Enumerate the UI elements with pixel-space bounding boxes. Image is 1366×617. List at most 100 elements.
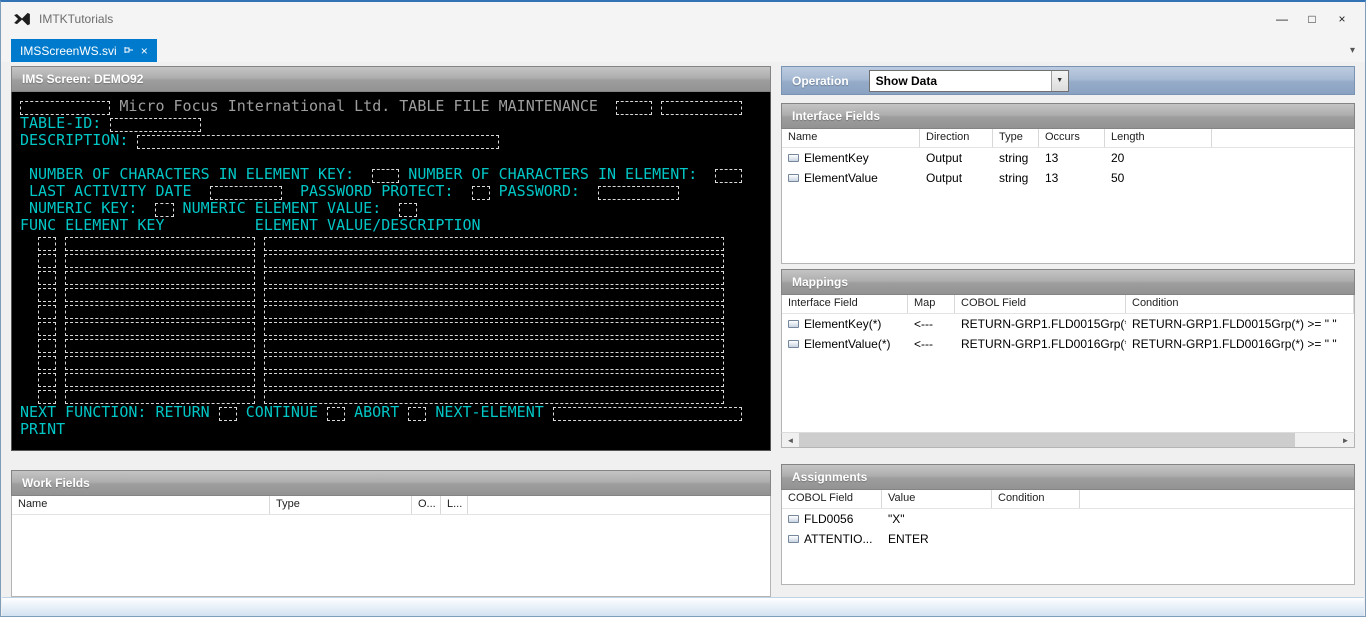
tab-close-icon[interactable]: × — [141, 45, 148, 57]
terminal-text: LAST ACTIVITY DATE — [20, 182, 210, 200]
terminal-text — [20, 369, 38, 387]
terminal-input-field[interactable] — [65, 288, 255, 302]
column-header-name[interactable]: Name — [12, 496, 270, 514]
terminal-input-field[interactable] — [264, 237, 725, 251]
interface-fields-panel: Interface Fields Name Direction Type Occ… — [781, 103, 1355, 264]
terminal-input-field[interactable] — [38, 373, 56, 387]
scroll-right-icon[interactable]: ► — [1337, 433, 1354, 447]
terminal-input-field[interactable] — [65, 373, 255, 387]
scroll-left-icon[interactable]: ◄ — [782, 433, 799, 447]
operation-bar: Operation Show Data ▼ — [781, 66, 1355, 95]
terminal-input-field[interactable] — [399, 203, 417, 217]
table-row[interactable]: ElementValue Output string 13 50 — [782, 168, 1354, 188]
terminal-input-field[interactable] — [38, 305, 56, 319]
terminal-line — [20, 251, 762, 268]
terminal-input-field[interactable] — [264, 322, 725, 336]
column-header-condition[interactable]: Condition — [992, 490, 1080, 508]
terminal-input-field[interactable] — [264, 356, 725, 370]
terminal-input-field[interactable] — [661, 101, 742, 115]
terminal-input-field[interactable] — [65, 271, 255, 285]
column-header-occurs[interactable]: O... — [412, 496, 441, 514]
pin-icon[interactable] — [124, 44, 134, 58]
field-icon — [788, 174, 799, 182]
terminal-input-field[interactable] — [65, 322, 255, 336]
work-fields-table-body[interactable] — [12, 515, 770, 596]
terminal-input-field[interactable] — [38, 356, 56, 370]
column-header-map[interactable]: Map — [908, 295, 955, 313]
terminal-input-field[interactable] — [264, 373, 725, 387]
terminal-input-field[interactable] — [264, 254, 725, 268]
terminal-input-field[interactable] — [210, 186, 282, 200]
terminal-input-field[interactable] — [38, 322, 56, 336]
terminal-input-field[interactable] — [553, 407, 743, 421]
terminal-line: Micro Focus International Ltd. TABLE FIL… — [20, 98, 762, 115]
maximize-button[interactable]: □ — [1297, 8, 1327, 30]
terminal-input-field[interactable] — [264, 390, 725, 404]
splitter-horizontal[interactable] — [11, 451, 771, 470]
mappings-panel: Mappings Interface Field Map COBOL Field… — [781, 269, 1355, 448]
table-row[interactable]: FLD0056 "X" — [782, 509, 1354, 529]
table-row[interactable]: ElementKey(*) <--- RETURN-GRP1.FLD0015Gr… — [782, 314, 1354, 334]
terminal-line — [20, 268, 762, 285]
terminal-input-field[interactable] — [38, 390, 56, 404]
column-header-interface-field[interactable]: Interface Field — [782, 295, 908, 313]
terminal-text — [56, 284, 65, 302]
column-header-length[interactable]: Length — [1105, 129, 1212, 147]
terminal-input-field[interactable] — [65, 356, 255, 370]
horizontal-scrollbar[interactable]: ◄ ► — [781, 432, 1355, 448]
terminal-input-field[interactable] — [38, 271, 56, 285]
terminal-input-field[interactable] — [327, 407, 345, 421]
map-arrow-cell: <--- — [908, 337, 955, 351]
terminal-input-field[interactable] — [408, 407, 426, 421]
terminal-input-field[interactable] — [20, 101, 110, 115]
column-header-cobol-field[interactable]: COBOL Field — [782, 490, 882, 508]
condition-cell: RETURN-GRP1.FLD0015Grp(*) >= " " — [1126, 317, 1354, 331]
terminal-input-field[interactable] — [65, 237, 255, 251]
column-header-occurs[interactable]: Occurs — [1039, 129, 1105, 147]
work-fields-table-header: Name Type O... L... — [12, 496, 770, 515]
table-row[interactable]: ATTENTIO... ENTER — [782, 529, 1354, 549]
tab-overflow-chevron-icon[interactable]: ▾ — [1350, 45, 1355, 56]
terminal-input-field[interactable] — [155, 203, 173, 217]
column-header-type[interactable]: Type — [270, 496, 412, 514]
terminal-input-field[interactable] — [65, 339, 255, 353]
column-header-type[interactable]: Type — [993, 129, 1039, 147]
ims-terminal[interactable]: Micro Focus International Ltd. TABLE FIL… — [11, 92, 771, 451]
terminal-input-field[interactable] — [264, 339, 725, 353]
terminal-input-field[interactable] — [38, 339, 56, 353]
terminal-input-field[interactable] — [65, 305, 255, 319]
column-header-name[interactable]: Name — [782, 129, 920, 147]
column-header-condition[interactable]: Condition — [1126, 295, 1354, 313]
column-header-cobol-field[interactable]: COBOL Field — [955, 295, 1126, 313]
terminal-input-field[interactable] — [110, 118, 200, 132]
operation-select[interactable]: Show Data ▼ — [869, 70, 1069, 92]
terminal-input-field[interactable] — [372, 169, 399, 183]
table-row[interactable]: ElementKey Output string 13 20 — [782, 148, 1354, 168]
terminal-input-field[interactable] — [219, 407, 237, 421]
column-header-value[interactable]: Value — [882, 490, 992, 508]
terminal-input-field[interactable] — [38, 254, 56, 268]
terminal-input-field[interactable] — [472, 186, 490, 200]
table-row[interactable]: ElementValue(*) <--- RETURN-GRP1.FLD0016… — [782, 334, 1354, 354]
tab-imsscreenws[interactable]: IMSScreenWS.svi × — [11, 39, 157, 62]
scrollbar-track[interactable] — [799, 433, 1337, 447]
column-header-direction[interactable]: Direction — [920, 129, 993, 147]
title-bar: IMTKTutorials — □ × — [1, 2, 1365, 36]
terminal-input-field[interactable] — [264, 288, 725, 302]
terminal-input-field[interactable] — [264, 271, 725, 285]
combo-dropdown-icon[interactable]: ▼ — [1051, 71, 1068, 91]
terminal-input-field[interactable] — [65, 254, 255, 268]
column-header-length[interactable]: L... — [441, 496, 468, 514]
minimize-button[interactable]: — — [1267, 8, 1297, 30]
terminal-input-field[interactable] — [715, 169, 742, 183]
scrollbar-thumb[interactable] — [799, 433, 1295, 447]
terminal-input-field[interactable] — [137, 135, 498, 149]
terminal-input-field[interactable] — [616, 101, 652, 115]
field-icon — [788, 340, 799, 348]
terminal-input-field[interactable] — [598, 186, 679, 200]
terminal-input-field[interactable] — [38, 288, 56, 302]
terminal-input-field[interactable] — [264, 305, 725, 319]
close-button[interactable]: × — [1327, 8, 1357, 30]
terminal-input-field[interactable] — [38, 237, 56, 251]
terminal-input-field[interactable] — [65, 390, 255, 404]
